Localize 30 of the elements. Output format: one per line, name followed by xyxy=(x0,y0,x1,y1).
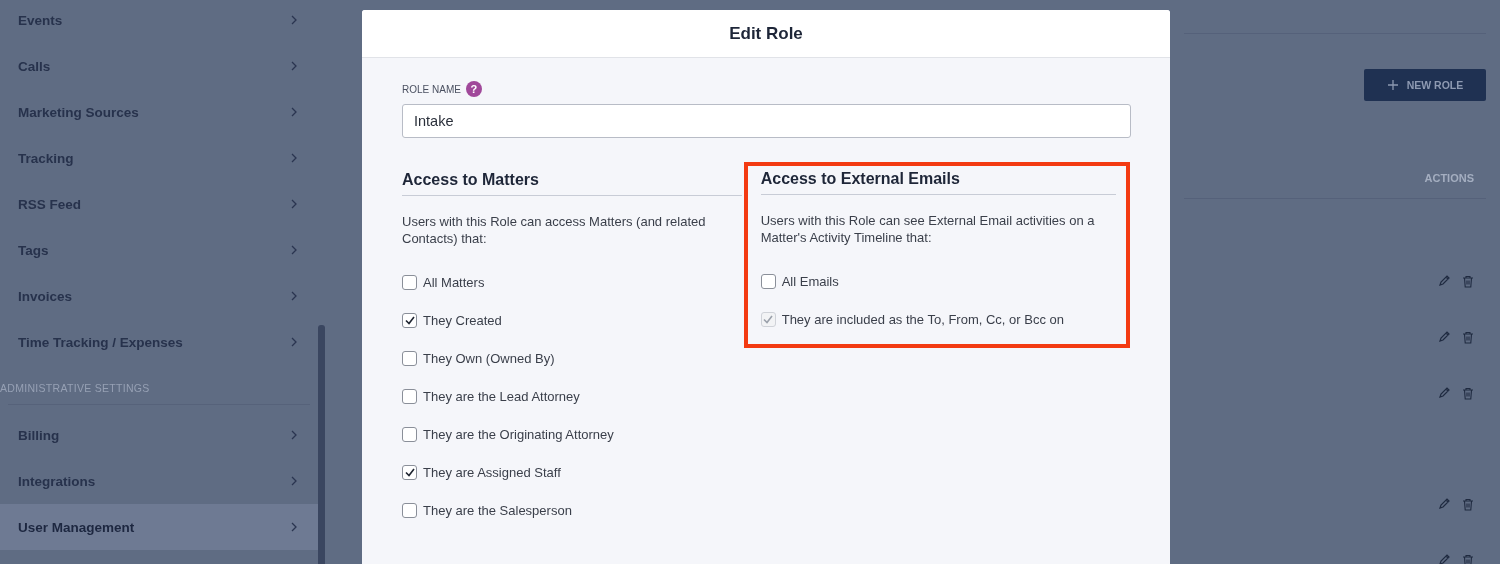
sidebar-item[interactable]: Time Tracking / Expenses xyxy=(0,319,318,365)
sidebar-item[interactable]: User Management xyxy=(0,504,318,550)
checkbox-label: They are the Lead Attorney xyxy=(423,388,580,404)
checkbox-label: They Created xyxy=(423,312,502,328)
checkbox-label: They are the Salesperson xyxy=(423,502,572,518)
sidebar-item[interactable]: Calls xyxy=(0,43,318,89)
sidebar-item[interactable]: Invoices xyxy=(0,273,318,319)
new-role-button[interactable]: NEW ROLE xyxy=(1364,69,1486,101)
help-icon[interactable]: ? xyxy=(465,81,482,97)
sidebar-item[interactable]: Tags xyxy=(0,227,318,273)
sidebar-item[interactable]: Tracking xyxy=(0,135,318,181)
section-heading: Access to Matters xyxy=(402,171,742,196)
checkbox-label: They Own (Owned By) xyxy=(423,350,555,366)
checkbox-label: They are Assigned Staff xyxy=(423,464,561,480)
field-label: ROLE NAME xyxy=(402,83,461,95)
sidebar-item[interactable]: Marketing Sources xyxy=(0,89,318,135)
checkbox-label: They are the Originating Attorney xyxy=(423,426,614,442)
sidebar-item[interactable]: Events xyxy=(0,0,318,43)
section-heading: Access to External Emails xyxy=(760,170,1116,195)
sidebar-item[interactable]: Integrations xyxy=(0,458,318,504)
checkbox-label: They are included as the To, From, Cc, or Bcc on xyxy=(781,311,1064,327)
section-description: Users with this Role can access Matters (and related Contacts) that: xyxy=(402,213,707,247)
sidebar-item[interactable]: RSS Feed xyxy=(0,181,318,227)
section-description: Users with this Role can see External Email activities on a Matter's Activity Timeline that: xyxy=(760,212,1096,246)
role-name-field[interactable]: Intake xyxy=(402,104,1131,138)
checkbox-label: All Emails xyxy=(781,273,839,289)
checkbox-label: All Matters xyxy=(423,274,485,290)
modal-title: Edit Role xyxy=(729,23,803,44)
sidebar-item[interactable]: Billing xyxy=(0,412,318,458)
column-header: ACTIONS xyxy=(1424,172,1474,184)
